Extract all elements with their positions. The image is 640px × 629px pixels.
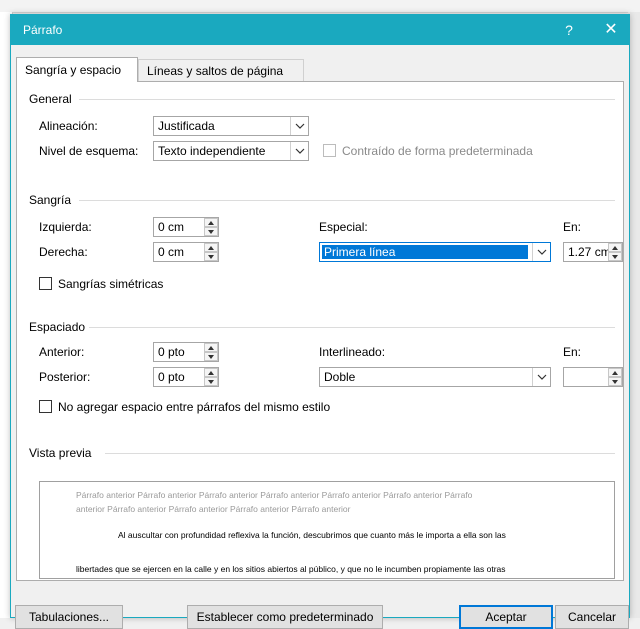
indent-header: Sangría [29,193,72,207]
paragraph-dialog: Párrafo ? ✕ Sangría y espacio Líneas y s… [10,14,630,629]
spacing-after-value: 0 pto [158,370,185,384]
no-space-label: No agregar espacio entre párrafos del mi… [58,400,331,414]
preview-text-line-1: Al auscultar con profundidad reflexiva l… [118,530,506,540]
indent-by-value: 1.27 cm [568,245,611,259]
spacing-after-spinner[interactable]: 0 pto [153,367,219,387]
alignment-select[interactable]: Justificada [153,116,309,136]
spacing-before-label: Anterior: [39,345,85,359]
spin-down-icon[interactable] [204,377,218,386]
tabs-button-label: Tabulaciones... [28,610,110,624]
chevron-down-icon [532,368,550,386]
title-bar[interactable]: Párrafo ? ✕ [11,15,629,45]
collapsed-label: Contraído de forma predeterminada [342,144,533,158]
indent-by-spinner[interactable]: 1.27 cm [563,242,623,262]
spin-up-icon[interactable] [204,368,218,377]
tab-indent-spacing-label: Sangría y espacio [25,63,122,77]
chevron-down-icon [290,142,308,160]
spin-down-icon[interactable] [204,352,218,361]
spin-down-icon[interactable] [204,252,218,261]
spacing-before-value: 0 pto [158,345,185,359]
outline-level-value: Texto independiente [158,144,266,158]
line-spacing-value: Doble [324,370,356,384]
indent-right-spinner[interactable]: 0 cm [153,242,219,262]
preview-previous-line-1: Párrafo anterior Párrafo anterior Párraf… [76,490,473,500]
indent-left-value: 0 cm [158,220,185,234]
indent-by-label: En: [563,220,582,234]
outline-level-label: Nivel de esquema: [39,144,139,158]
spin-up-icon[interactable] [204,218,218,227]
indent-left-spinner[interactable]: 0 cm [153,217,219,237]
cancel-button-label: Cancelar [567,610,617,624]
general-divider [79,99,615,100]
help-button[interactable]: ? [557,18,581,42]
set-default-button-label: Establecer como predeterminado [196,610,374,624]
special-value: Primera línea [324,245,396,259]
spin-up-icon[interactable] [204,243,218,252]
spin-up-icon[interactable] [204,343,218,352]
close-button[interactable]: ✕ [599,18,623,42]
tabs-button[interactable]: Tabulaciones... [15,605,123,629]
tab-line-page-breaks-label: Líneas y saltos de página [147,64,284,78]
spacing-at-spinner[interactable] [563,367,623,387]
spin-up-icon[interactable] [608,243,622,252]
preview-divider [105,453,615,454]
special-label: Especial: [319,220,368,234]
preview-text-line-2: libertades que se ejercen en la calle y … [76,564,506,574]
accept-button-label: Aceptar [485,610,527,624]
spacing-after-label: Posterior: [39,370,91,384]
tab-indent-spacing[interactable]: Sangría y espacio [16,57,138,82]
spin-down-icon[interactable] [204,227,218,236]
indent-divider [79,200,615,201]
indent-right-value: 0 cm [158,245,185,259]
alignment-label: Alineación: [39,119,98,133]
spin-down-icon[interactable] [608,377,622,386]
spacing-divider [89,327,615,328]
background-ribbon [0,0,640,13]
spin-up-icon[interactable] [608,368,622,377]
mirror-indents-checkbox[interactable] [39,277,52,290]
spacing-before-spinner[interactable]: 0 pto [153,342,219,362]
preview-box: Párrafo anterior Párrafo anterior Párraf… [39,481,615,579]
indent-right-label: Derecha: [39,245,88,259]
spacing-at-label: En: [563,345,582,359]
chevron-down-icon [290,117,308,135]
outline-level-select[interactable]: Texto independiente [153,141,309,161]
no-space-checkbox[interactable] [39,400,52,413]
general-header: General [29,92,72,106]
preview-previous-line-2: anterior Párrafo anterior Párrafo anteri… [76,504,351,514]
spin-down-icon[interactable] [608,252,622,261]
dialog-title: Párrafo [23,23,63,37]
preview-header: Vista previa [29,446,92,460]
line-spacing-label: Interlineado: [319,345,386,359]
chevron-down-icon [532,243,550,261]
line-spacing-select[interactable]: Doble [319,367,551,387]
spacing-header: Espaciado [29,320,86,334]
collapsed-checkbox[interactable] [323,144,336,157]
set-default-button[interactable]: Establecer como predeterminado [187,605,383,629]
tab-line-page-breaks[interactable]: Líneas y saltos de página [138,59,304,81]
accept-button[interactable]: Aceptar [459,605,553,629]
special-select[interactable]: Primera línea [319,242,551,262]
indent-left-label: Izquierda: [39,220,92,234]
mirror-indents-label: Sangrías simétricas [58,277,164,291]
cancel-button[interactable]: Cancelar [555,605,629,629]
alignment-value: Justificada [158,119,215,133]
